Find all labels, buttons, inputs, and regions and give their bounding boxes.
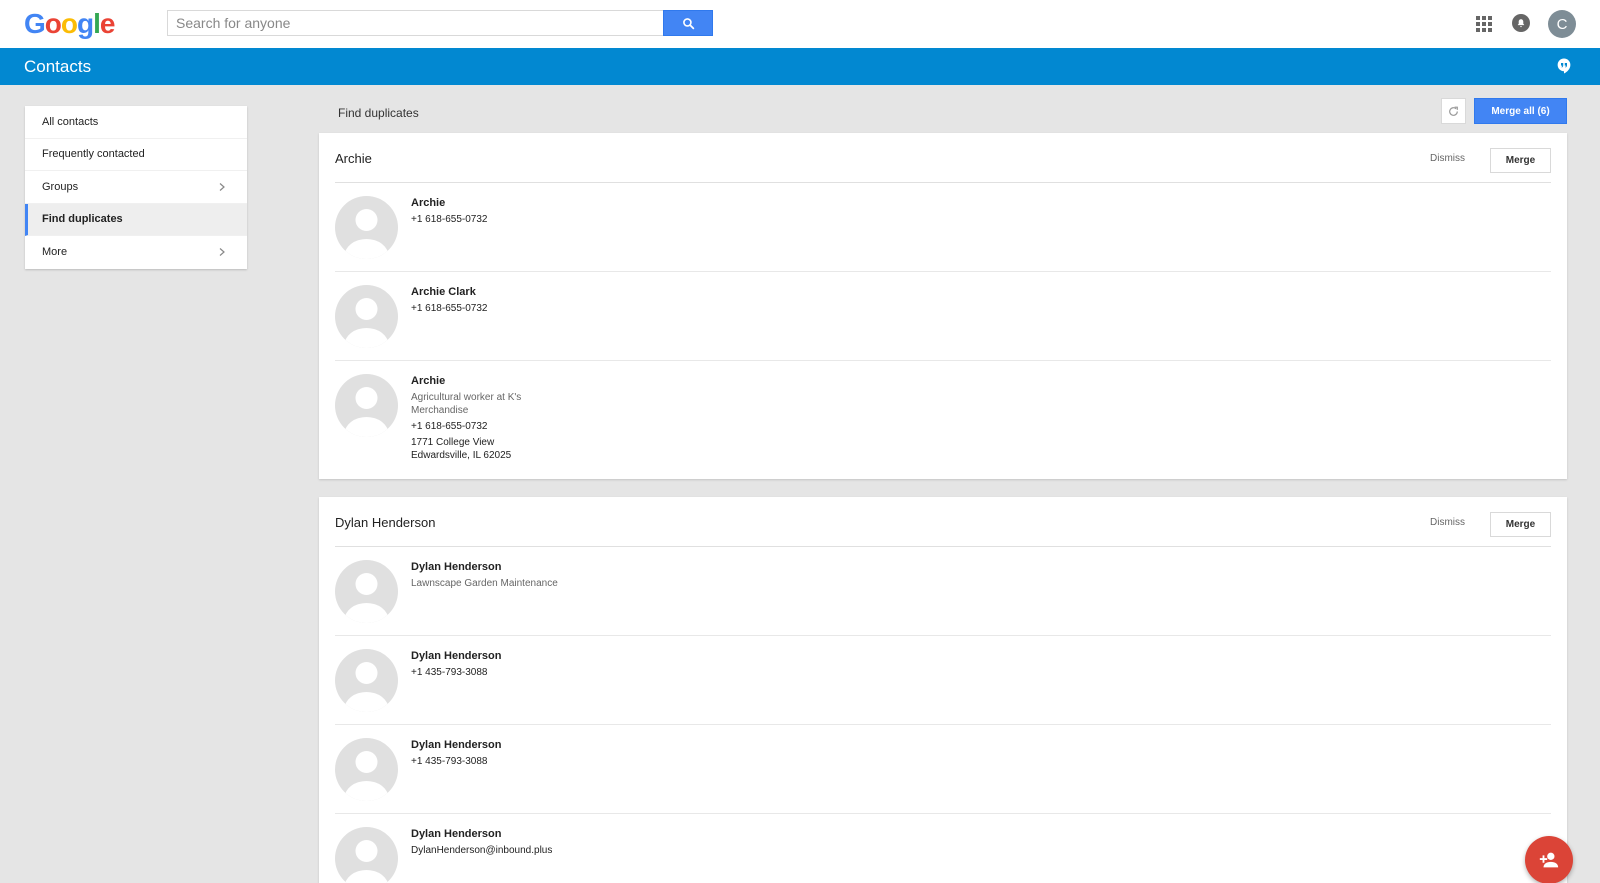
contact-info: Archie Clark +1 618-655-0732 (411, 285, 811, 315)
add-person-icon (1539, 852, 1559, 868)
contact-phone: +1 618-655-0732 (411, 214, 488, 225)
group-header: Dylan Henderson Dismiss Merge (335, 497, 1551, 547)
search-bar (167, 10, 713, 36)
sidebar-item-find-duplicates[interactable]: Find duplicates (25, 203, 247, 236)
contact-info: Archie Agricultural worker at K's Mercha… (411, 374, 811, 462)
contact-row[interactable]: Dylan Henderson DylanHenderson@inbound.p… (335, 814, 1551, 883)
duplicate-group-card: Dylan Henderson Dismiss Merge Dylan Hend… (319, 497, 1567, 883)
page-title: Find duplicates (338, 106, 419, 120)
sidebar-item-label: Frequently contacted (42, 148, 145, 161)
sidebar-item-groups[interactable]: Groups (25, 171, 247, 204)
sidebar-item-label: All contacts (42, 115, 99, 128)
merge-all-button[interactable]: Merge all (6) (1474, 98, 1567, 124)
sidebar-item-all-contacts[interactable]: All contacts (25, 106, 247, 139)
contact-row[interactable]: Dylan Henderson +1 435-793-3088 (335, 636, 1551, 725)
merge-button[interactable]: Merge (1490, 512, 1551, 537)
duplicate-group-card: Archie Dismiss Merge Archie +1 618-655-0… (319, 133, 1567, 479)
contact-email: DylanHenderson@inbound.plus (411, 845, 553, 856)
group-header: Archie Dismiss Merge (335, 133, 1551, 183)
contact-name: Dylan Henderson (411, 739, 502, 751)
dismiss-button[interactable]: Dismiss (1430, 153, 1465, 164)
person-placeholder-icon (335, 196, 398, 259)
person-placeholder-icon (335, 285, 398, 348)
contact-name: Dylan Henderson (411, 828, 502, 840)
person-placeholder-icon (335, 374, 398, 437)
contact-info: Archie +1 618-655-0732 (411, 196, 811, 226)
contact-info: Dylan Henderson +1 435-793-3088 (411, 649, 811, 679)
chevron-right-icon (219, 183, 225, 191)
sidebar-item-label: Find duplicates (42, 213, 123, 226)
contact-job: Lawnscape Garden Maintenance (411, 578, 558, 589)
refresh-button[interactable] (1441, 98, 1466, 124)
contact-row[interactable]: Archie Agricultural worker at K's Mercha… (335, 361, 1551, 479)
contact-phone: +1 435-793-3088 (411, 667, 488, 678)
apps-icon[interactable] (1476, 16, 1492, 32)
sidebar-item-more[interactable]: More (25, 236, 247, 269)
google-logo[interactable]: Google (24, 8, 115, 40)
search-button[interactable] (663, 10, 713, 36)
contact-info: Dylan Henderson DylanHenderson@inbound.p… (411, 827, 811, 857)
contact-name: Archie Clark (411, 286, 476, 298)
group-name: Archie (335, 151, 372, 166)
person-placeholder-icon (335, 560, 398, 623)
add-contact-fab-button[interactable] (1525, 836, 1573, 883)
notifications-icon[interactable] (1512, 14, 1530, 32)
hangouts-icon[interactable] (1555, 57, 1573, 75)
contact-row[interactable]: Archie +1 618-655-0732 (335, 183, 1551, 272)
dismiss-button[interactable]: Dismiss (1430, 517, 1465, 528)
top-header: Google C (0, 0, 1600, 48)
contact-address: 1771 College View Edwardsville, IL 62025 (411, 437, 512, 461)
sidebar-nav: All contacts Frequently contacted Groups… (25, 106, 247, 269)
group-name: Dylan Henderson (335, 515, 436, 530)
person-placeholder-icon (335, 649, 398, 712)
contact-phone: +1 618-655-0732 (411, 421, 488, 432)
contact-phone: +1 618-655-0732 (411, 303, 488, 314)
account-avatar[interactable]: C (1548, 10, 1576, 38)
contact-info: Dylan Henderson +1 435-793-3088 (411, 738, 811, 768)
person-placeholder-icon (335, 827, 398, 883)
chevron-right-icon (219, 248, 225, 256)
sidebar-item-frequently-contacted[interactable]: Frequently contacted (25, 139, 247, 171)
app-bar: Contacts (0, 48, 1600, 85)
contact-phone: +1 435-793-3088 (411, 756, 488, 767)
app-title: Contacts (24, 57, 92, 76)
search-input[interactable] (167, 10, 663, 36)
search-icon (682, 17, 694, 29)
contact-name: Archie (411, 375, 446, 387)
contact-job: Agricultural worker at K's Merchandise (411, 392, 522, 416)
refresh-icon (1449, 106, 1458, 116)
contact-name: Dylan Henderson (411, 561, 502, 573)
sidebar-item-label: More (42, 246, 68, 259)
contact-row[interactable]: Dylan Henderson +1 435-793-3088 (335, 725, 1551, 814)
contact-name: Dylan Henderson (411, 650, 502, 662)
contact-row[interactable]: Archie Clark +1 618-655-0732 (335, 272, 1551, 361)
merge-button[interactable]: Merge (1490, 148, 1551, 173)
person-placeholder-icon (335, 738, 398, 801)
contact-info: Dylan Henderson Lawnscape Garden Mainten… (411, 560, 811, 590)
contact-row[interactable]: Dylan Henderson Lawnscape Garden Mainten… (335, 547, 1551, 636)
sidebar-item-label: Groups (42, 180, 79, 193)
contact-name: Archie (411, 197, 446, 209)
